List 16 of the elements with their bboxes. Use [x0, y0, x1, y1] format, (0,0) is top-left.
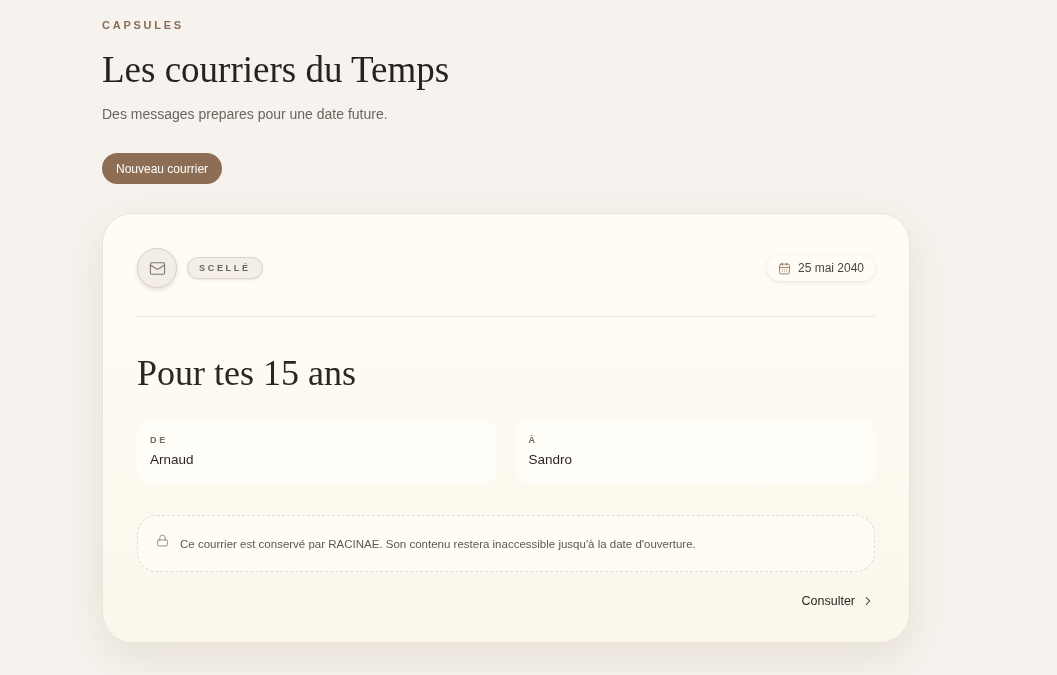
- page-subtitle: Des messages prepares pour une date future.: [102, 105, 389, 124]
- field-label: DE: [150, 434, 169, 446]
- envelope-icon: [137, 248, 177, 288]
- consult-link[interactable]: Consulter: [801, 592, 875, 610]
- status-badge: SCELLÉ: [187, 257, 263, 279]
- notice-text: Ce courrier est conservé par RACINAE. Son contenu restera inaccessible jusqu'à la date d'ouverture.: [180, 536, 696, 552]
- calendar-icon: [777, 261, 791, 275]
- section-eyebrow: CAPSULES: [102, 18, 185, 32]
- field-value: Sandro: [528, 451, 574, 469]
- field-value: Arnaud: [150, 451, 195, 469]
- letter-title: Pour tes 15 ans: [137, 352, 357, 395]
- page-title: Les courriers du Temps: [102, 48, 451, 92]
- open-date: 25 mai 2040: [797, 260, 864, 276]
- field-label: À: [528, 434, 539, 446]
- new-letter-button[interactable]: Nouveau courrier: [102, 153, 223, 184]
- lock-icon: [156, 534, 169, 547]
